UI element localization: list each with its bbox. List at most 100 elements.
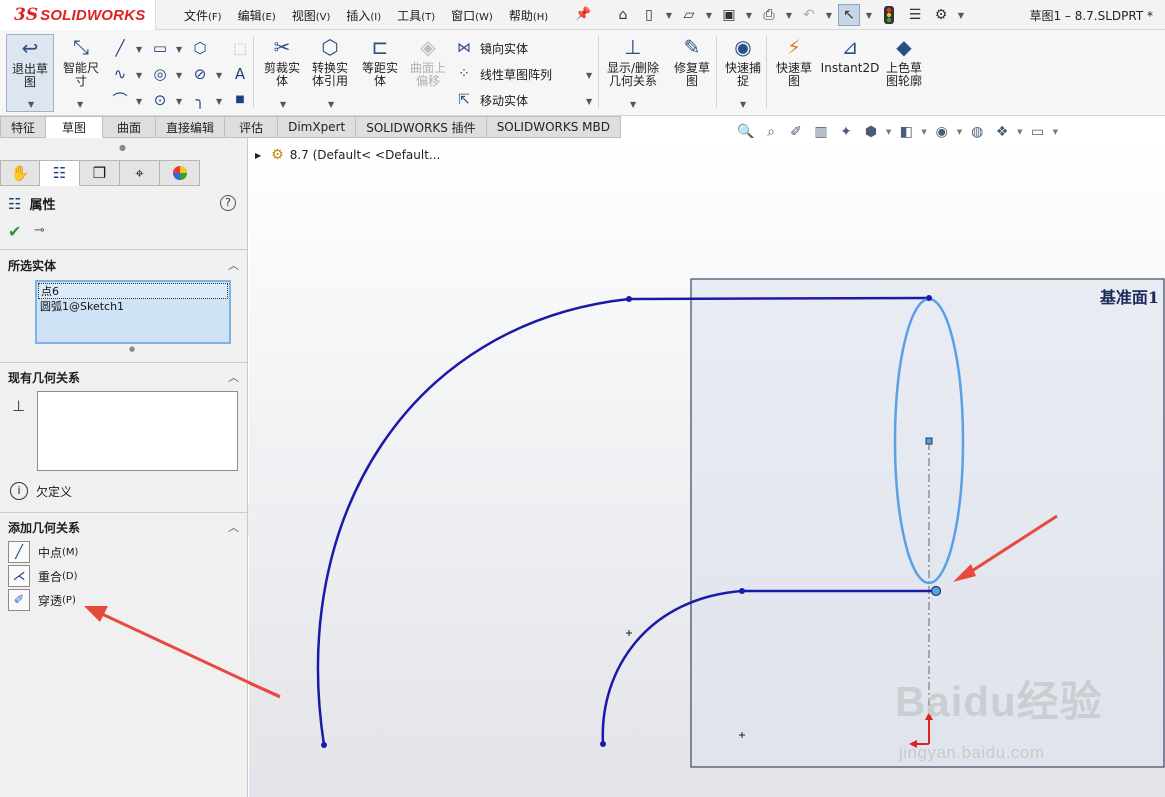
chevron-down-icon[interactable]: ▼	[176, 71, 182, 80]
chevron-down-icon[interactable]: ▼	[630, 100, 636, 109]
chevron-down-icon[interactable]: ▼	[136, 45, 142, 54]
pin-menu-icon[interactable]: 📌	[575, 7, 591, 22]
spline-icon[interactable]: ∿	[110, 64, 130, 84]
selected-entities-list[interactable]: 点6 圆弧1@Sketch1	[35, 280, 231, 344]
list-resize-handle[interactable]: ●	[129, 345, 135, 353]
arc-endpoint[interactable]	[600, 741, 606, 747]
circle-icon[interactable]: ◎	[150, 64, 170, 84]
add-relation-pierce[interactable]: ✐ 穿透 (P)	[8, 589, 76, 611]
chevron-down-icon[interactable]: ▼	[740, 100, 746, 109]
repair-sketch-button[interactable]: ✎ 修复草图	[668, 34, 716, 88]
tab-featuremanager[interactable]: ✋	[0, 160, 40, 186]
chevron-down-icon[interactable]: ▼	[956, 4, 966, 26]
solidworks-logo[interactable]: 3S SOLIDWORKS	[0, 0, 156, 30]
chevron-down-icon[interactable]: ▼	[216, 97, 222, 106]
move-entities-button[interactable]: ⇱ 移动实体	[454, 89, 528, 111]
print-icon[interactable]: ⎙	[758, 4, 780, 26]
chevron-down-icon[interactable]: ▼	[921, 128, 926, 136]
graphics-area[interactable]: ▶ ⚙ 8.7 (Default< <Default... 基准面1 Baidu…	[249, 138, 1165, 797]
text-icon[interactable]: A	[230, 64, 250, 84]
chevron-down-icon[interactable]: ▼	[957, 128, 962, 136]
polygon-icon[interactable]: ⬡	[190, 38, 210, 58]
chevron-down-icon[interactable]: ▼	[280, 100, 286, 109]
chevron-down-icon[interactable]: ▼	[744, 4, 754, 26]
line-endpoint[interactable]	[926, 295, 932, 301]
chevron-down-icon[interactable]: ▼	[1017, 128, 1022, 136]
rectangle-icon[interactable]: ▭	[150, 38, 170, 58]
point6-selected[interactable]	[930, 585, 942, 597]
line-icon[interactable]: ╱	[110, 38, 130, 58]
offset-entities-button[interactable]: ⊏ 等距实体	[356, 34, 404, 88]
linear-pattern-button[interactable]: ⁘ 线性草图阵列	[454, 63, 552, 85]
tab-propertymanager[interactable]: ☷	[40, 160, 80, 186]
add-relations-header[interactable]: 添加几何关系 ︿	[0, 516, 247, 538]
options-gear-icon[interactable]: ⚙	[930, 4, 952, 26]
tab-configurationmanager[interactable]: ❒	[80, 160, 120, 186]
rapid-sketch-button[interactable]: ⚡ 快速草图	[770, 34, 818, 88]
tab-dimxpertmanager[interactable]: ⌖	[120, 160, 160, 186]
convert-entities-button[interactable]: ⬡ 转换实体引用	[306, 34, 354, 88]
existing-relations-list[interactable]	[37, 391, 238, 471]
shaded-sketch-contours-button[interactable]: ◆ 上色草图轮廓	[880, 34, 928, 88]
tab-surfaces[interactable]: 曲面	[103, 116, 157, 138]
tab-features[interactable]: 特征	[0, 116, 47, 138]
trim-entities-button[interactable]: ✂ 剪裁实体	[258, 34, 306, 88]
select-pointer-icon[interactable]: ↖	[838, 4, 860, 26]
sketch-point[interactable]	[739, 588, 745, 594]
collapse-icon[interactable]: ︿	[228, 257, 239, 273]
arc-endpoint[interactable]	[321, 742, 327, 748]
chevron-down-icon[interactable]: ▼	[1053, 128, 1058, 136]
tab-solidworks-mbd[interactable]: SOLIDWORKS MBD	[486, 116, 621, 138]
collapse-icon[interactable]: ︿	[228, 369, 239, 385]
chevron-down-icon[interactable]: ▼	[328, 100, 334, 109]
tab-sketch[interactable]: 草图	[46, 116, 104, 138]
instant2d-button[interactable]: ⊿ Instant2D	[820, 34, 880, 75]
menu-window[interactable]: 窗口(W)	[443, 7, 501, 24]
display-delete-relations-button[interactable]: ⊥ 显示/删除几何关系	[604, 34, 662, 88]
home-icon[interactable]: ⌂	[612, 4, 634, 26]
offset-on-surface-button[interactable]: ◈ 曲面上偏移	[404, 34, 452, 88]
chevron-down-icon[interactable]: ▼	[586, 97, 592, 106]
point-icon[interactable]: ⊙	[150, 90, 170, 110]
ellipse-icon[interactable]: ⊘	[190, 64, 210, 84]
chevron-down-icon[interactable]: ▼	[77, 100, 83, 109]
slot-icon[interactable]: ⬚	[230, 38, 250, 58]
chevron-down-icon[interactable]: ▼	[176, 97, 182, 106]
chevron-down-icon[interactable]: ▼	[136, 97, 142, 106]
chevron-down-icon[interactable]: ▼	[28, 100, 34, 109]
ellipse-center-point[interactable]	[925, 437, 933, 445]
arc-icon[interactable]: ⌒	[110, 90, 130, 110]
menu-help[interactable]: 帮助(H)	[501, 7, 556, 24]
tab-solidworks-addins[interactable]: SOLIDWORKS 插件	[356, 116, 487, 138]
list-item[interactable]: 圆弧1@Sketch1	[38, 299, 228, 315]
smart-dimension-button[interactable]: ⤡ 智能尺寸	[57, 34, 105, 88]
menu-file[interactable]: 文件(F)	[176, 7, 230, 24]
ok-checkmark-icon[interactable]: ✔	[8, 222, 21, 241]
chevron-down-icon[interactable]: ▼	[886, 128, 891, 136]
menu-view[interactable]: 视图(V)	[284, 7, 339, 24]
new-document-icon[interactable]: ▯	[638, 4, 660, 26]
sketch-point[interactable]	[626, 296, 632, 302]
chevron-down-icon[interactable]: ▼	[586, 71, 592, 80]
chevron-down-icon[interactable]: ▼	[784, 4, 794, 26]
chevron-down-icon[interactable]: ▼	[704, 4, 714, 26]
help-icon[interactable]: ?	[220, 195, 236, 211]
existing-relations-header[interactable]: 现有几何关系 ︿	[0, 366, 247, 388]
mirror-entities-button[interactable]: ⋈ 镜向实体	[454, 37, 528, 59]
outer-top-line[interactable]	[628, 296, 930, 301]
menu-edit[interactable]: 编辑(E)	[230, 7, 284, 24]
add-relation-coincident[interactable]: ⋌ 重合 (D)	[8, 565, 78, 587]
pushpin-icon[interactable]: ⊸	[34, 223, 45, 238]
quick-snaps-button[interactable]: ◉ 快速捕捉	[719, 34, 767, 88]
collapse-icon[interactable]: ︿	[228, 519, 239, 535]
chevron-down-icon[interactable]: ▼	[824, 4, 834, 26]
tab-dimxpert[interactable]: DimXpert	[278, 116, 357, 138]
save-icon[interactable]: ▣	[718, 4, 740, 26]
file-properties-icon[interactable]: ☰	[904, 4, 926, 26]
undo-icon[interactable]: ↶	[798, 4, 820, 26]
menu-insert[interactable]: 插入(I)	[338, 7, 389, 24]
chevron-down-icon[interactable]: ▼	[664, 4, 674, 26]
open-icon[interactable]: ▱	[678, 4, 700, 26]
tab-direct-editing[interactable]: 直接编辑	[156, 116, 226, 138]
chevron-down-icon[interactable]: ▼	[136, 71, 142, 80]
